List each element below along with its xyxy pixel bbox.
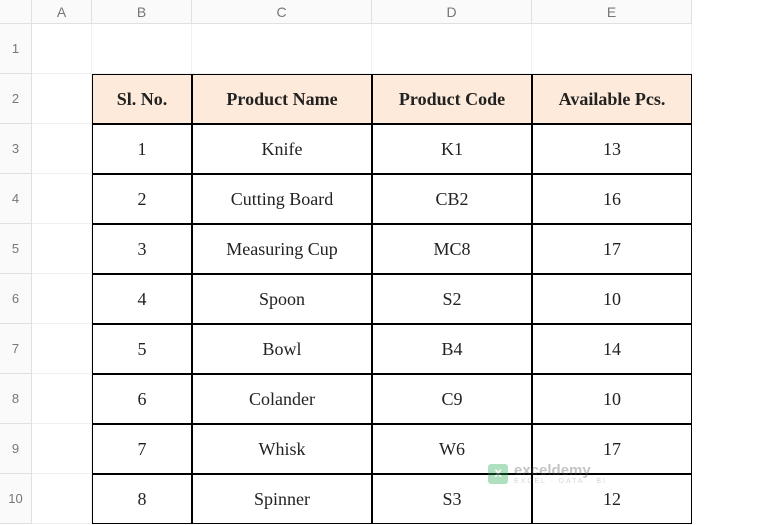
cell-a5[interactable]	[32, 224, 92, 274]
table-row[interactable]: 6	[92, 374, 192, 424]
table-row[interactable]: B4	[372, 324, 532, 374]
watermark-text: exceldemy EXCEL · DATA · BI	[514, 463, 607, 485]
cell-a10[interactable]	[32, 474, 92, 524]
table-row[interactable]: Knife	[192, 124, 372, 174]
grid-corner[interactable]	[0, 0, 32, 24]
table-row[interactable]: K1	[372, 124, 532, 174]
cell-c1[interactable]	[192, 24, 372, 74]
table-row[interactable]: 10	[532, 274, 692, 324]
table-row[interactable]: 2	[92, 174, 192, 224]
table-header-code[interactable]: Product Code	[372, 74, 532, 124]
cell-a4[interactable]	[32, 174, 92, 224]
row-header-8[interactable]: 8	[0, 374, 32, 424]
column-header-e[interactable]: E	[532, 0, 692, 24]
table-row[interactable]: Spoon	[192, 274, 372, 324]
table-row[interactable]: CB2	[372, 174, 532, 224]
column-header-a[interactable]: A	[32, 0, 92, 24]
cell-a8[interactable]	[32, 374, 92, 424]
watermark-title: exceldemy	[514, 463, 607, 478]
row-header-2[interactable]: 2	[0, 74, 32, 124]
table-row[interactable]: S2	[372, 274, 532, 324]
column-header-d[interactable]: D	[372, 0, 532, 24]
spreadsheet-grid: A B C D E 1 2 Sl. No. Product Name Produ…	[0, 0, 767, 524]
table-row[interactable]: 5	[92, 324, 192, 374]
table-header-sl[interactable]: Sl. No.	[92, 74, 192, 124]
cell-a2[interactable]	[32, 74, 92, 124]
table-row[interactable]: 10	[532, 374, 692, 424]
table-row[interactable]: MC8	[372, 224, 532, 274]
table-row[interactable]: Whisk	[192, 424, 372, 474]
table-row[interactable]: 16	[532, 174, 692, 224]
row-header-7[interactable]: 7	[0, 324, 32, 374]
row-header-10[interactable]: 10	[0, 474, 32, 524]
column-header-b[interactable]: B	[92, 0, 192, 24]
table-row[interactable]: Bowl	[192, 324, 372, 374]
row-header-9[interactable]: 9	[0, 424, 32, 474]
cell-e1[interactable]	[532, 24, 692, 74]
table-row[interactable]: 1	[92, 124, 192, 174]
watermark-subtitle: EXCEL · DATA · BI	[514, 478, 607, 485]
cell-d1[interactable]	[372, 24, 532, 74]
row-header-5[interactable]: 5	[0, 224, 32, 274]
cell-a1[interactable]	[32, 24, 92, 74]
table-row[interactable]: Spinner	[192, 474, 372, 524]
table-row[interactable]: 7	[92, 424, 192, 474]
table-row[interactable]: 3	[92, 224, 192, 274]
table-header-pcs[interactable]: Available Pcs.	[532, 74, 692, 124]
table-row[interactable]: 17	[532, 224, 692, 274]
table-row[interactable]: Measuring Cup	[192, 224, 372, 274]
table-row[interactable]: C9	[372, 374, 532, 424]
cell-a9[interactable]	[32, 424, 92, 474]
row-header-4[interactable]: 4	[0, 174, 32, 224]
column-header-c[interactable]: C	[192, 0, 372, 24]
watermark-logo-icon: X	[488, 464, 508, 484]
cell-a3[interactable]	[32, 124, 92, 174]
table-row[interactable]: 14	[532, 324, 692, 374]
table-row[interactable]: Colander	[192, 374, 372, 424]
row-header-1[interactable]: 1	[0, 24, 32, 74]
row-header-3[interactable]: 3	[0, 124, 32, 174]
watermark: X exceldemy EXCEL · DATA · BI	[488, 463, 607, 485]
table-header-name[interactable]: Product Name	[192, 74, 372, 124]
table-row[interactable]: Cutting Board	[192, 174, 372, 224]
table-row[interactable]: 13	[532, 124, 692, 174]
cell-a7[interactable]	[32, 324, 92, 374]
table-row[interactable]: 8	[92, 474, 192, 524]
cell-b1[interactable]	[92, 24, 192, 74]
cell-a6[interactable]	[32, 274, 92, 324]
row-header-6[interactable]: 6	[0, 274, 32, 324]
table-row[interactable]: 4	[92, 274, 192, 324]
